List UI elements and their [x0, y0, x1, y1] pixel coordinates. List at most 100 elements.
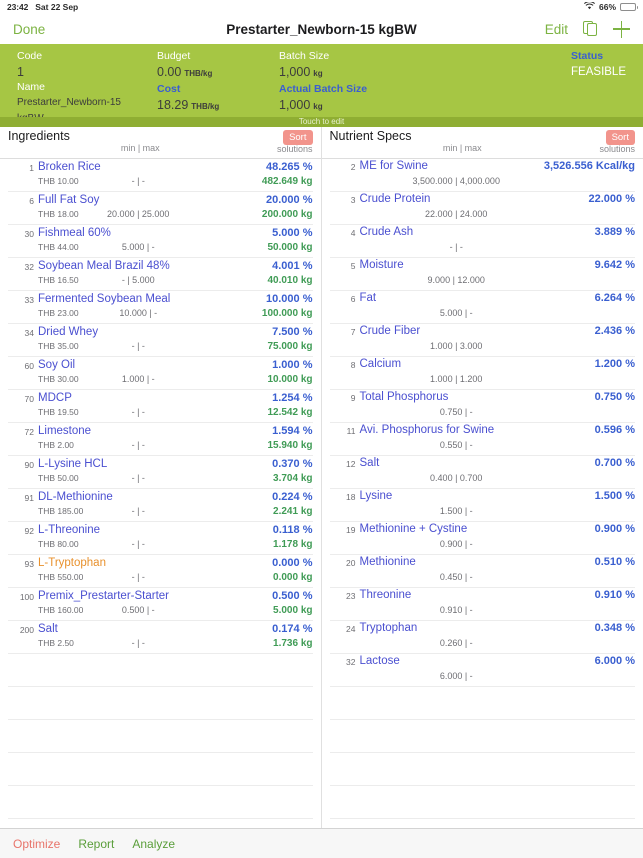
summary-code-name-column: Code 1 Name Prestarter_Newborn-15 kgBW — [0, 49, 140, 127]
table-row[interactable]: 34 Dried Whey THB 35.00- | -7.500 % 75.000 … — [8, 324, 313, 357]
table-row[interactable]: 12 Salt 0.700 % 0.400 | 0.700 — [329, 456, 635, 489]
nutrient-minmax: 1.500 | - — [439, 506, 473, 516]
status-badge: FEASIBLE — [571, 66, 626, 78]
nutrient-index: 32 — [346, 657, 356, 667]
table-row[interactable]: 9 Total Phosphorus 0.750 % 0.750 | - — [329, 390, 635, 423]
ingredient-minmax: - | - — [131, 506, 145, 516]
code-value: 1 — [17, 65, 24, 79]
nutrient-specs-panel: Nutrient Specs Sort min | max solutions … — [321, 127, 643, 828]
formula-summary-panel[interactable]: Code 1 Name Prestarter_Newborn-15 kgBW B… — [0, 44, 643, 127]
battery-charging-icon — [620, 3, 638, 11]
table-row[interactable]: 18 Lysine 1.500 % 1.500 | - — [329, 489, 635, 522]
ingredient-percent: 0.174 % — [272, 623, 313, 635]
ingredient-percent: 1.594 % — [272, 425, 313, 437]
nutrients-minmax-label: min | max — [442, 143, 482, 153]
ingredient-index: 60 — [24, 361, 34, 371]
batch-size-number: 1,000 — [279, 65, 311, 79]
ingredient-index: 92 — [24, 526, 34, 536]
analyze-button[interactable]: Analyze — [132, 837, 175, 851]
ingredient-minmax: - | - — [131, 638, 145, 648]
table-row[interactable]: 5 Moisture 9.642 % 9.000 | 12.000 — [329, 258, 635, 291]
nutrient-index: 2 — [350, 162, 356, 172]
optimize-button[interactable]: Optimize — [13, 837, 60, 851]
table-row[interactable]: 19 Methionine + Cystine 0.900 % 0.900 | - — [329, 522, 635, 555]
nutrient-index: 4 — [350, 228, 356, 238]
table-row[interactable]: 20 Methionine 0.510 % 0.450 | - — [329, 555, 635, 588]
table-row[interactable]: 3 Crude Protein 22.000 % 22.000 | 24.000 — [329, 192, 635, 225]
empty-row — [8, 720, 313, 753]
nutrient-index: 18 — [346, 492, 356, 502]
nutrient-minmax: 0.450 | - — [439, 572, 473, 582]
table-row[interactable]: 90 L-Lysine HCL THB 50.00- | -0.370 % 3.704… — [8, 456, 313, 489]
nutrient-value: 0.750 % — [594, 391, 635, 403]
nutrient-name: Methionine — [359, 556, 416, 568]
ingredient-percent: 10.000 % — [266, 293, 313, 305]
ingredient-weight: 482.649 kg — [261, 176, 313, 187]
table-row[interactable]: 33 Fermented Soybean Meal THB 23.00 10.000 … — [8, 291, 313, 324]
nutrient-index: 8 — [350, 360, 356, 370]
ingredient-weight: 1.736 kg — [273, 638, 313, 649]
batch-size-unit: kg — [313, 69, 323, 78]
content-panels: Ingredients Sort min | max solutions 1 Br… — [0, 127, 643, 828]
table-row[interactable]: 92 L-Threonine THB 80.00- | -0.118 % 1.178 … — [8, 522, 313, 555]
ingredient-name: L-Tryptophan — [38, 557, 106, 569]
table-row[interactable]: 11 Avi. Phosphorus for Swine 0.596 % 0.550 … — [329, 423, 635, 456]
budget-unit: THB/kg — [184, 69, 213, 78]
table-row[interactable]: 70 MDCP THB 19.50- | -1.254 % 12.542 kg — [8, 390, 313, 423]
ingredient-percent: 5.000 % — [272, 227, 313, 239]
nutrient-minmax: 0.750 | - — [439, 407, 473, 417]
table-row[interactable]: 4 Crude Ash 3.889 % - | - — [329, 225, 635, 258]
nutrient-name: Crude Ash — [359, 226, 414, 238]
ingredient-minmax: - | - — [131, 572, 145, 582]
ingredient-index: 32 — [24, 262, 34, 272]
table-row[interactable]: 23 Threonine 0.910 % 0.910 | - — [329, 588, 635, 621]
touch-to-edit-hint[interactable]: Touch to edit — [0, 117, 643, 127]
table-row[interactable]: 2 ME for Swine 3,526.556 Kcal/kg 3,500.000 … — [329, 159, 635, 192]
report-button[interactable]: Report — [78, 837, 114, 851]
ingredient-weight: 10.000 kg — [267, 374, 313, 385]
ingredient-percent: 0.224 % — [272, 491, 313, 503]
table-row[interactable]: 6 Fat 6.264 % 5.000 | - — [329, 291, 635, 324]
table-row[interactable]: 6 Full Fat Soy THB 18.00 20.000 | 25.000 20.… — [8, 192, 313, 225]
nutrient-name: Tryptophan — [359, 622, 418, 634]
ingredient-name: Salt — [38, 623, 58, 635]
nutrient-index: 24 — [346, 624, 356, 634]
nutrient-value: 0.510 % — [594, 556, 635, 568]
nutrient-name: Lysine — [359, 490, 393, 502]
ingredient-index: 91 — [24, 493, 34, 503]
ingredient-name: MDCP — [38, 392, 72, 404]
table-row[interactable]: 200 Salt THB 2.50- | -0.174 % 1.736 kg — [8, 621, 313, 654]
table-row[interactable]: 7 Crude Fiber 2.436 % 1.000 | 3.000 — [329, 324, 635, 357]
ingredient-index: 72 — [24, 427, 34, 437]
table-row[interactable]: 1 Broken Rice THB 10.00- | -48.265 % 482.64… — [8, 159, 313, 192]
table-row[interactable]: 72 Limestone THB 2.00- | -1.594 % 15.940 kg — [8, 423, 313, 456]
actual-batch-size-number: 1,000 — [279, 98, 311, 112]
done-button[interactable]: Done — [13, 22, 45, 37]
nutrient-value: 2.436 % — [594, 325, 635, 337]
ingredient-weight: 15.940 kg — [267, 440, 313, 451]
navigation-bar: Done Prestarter_Newborn-15 kgBW Edit — [0, 14, 643, 44]
table-row[interactable]: 30 Fishmeal 60% THB 44.00 5.000 | -5.000 % 5… — [8, 225, 313, 258]
wifi-icon — [584, 1, 595, 12]
table-row[interactable]: 24 Tryptophan 0.348 % 0.260 | - — [329, 621, 635, 654]
table-row[interactable]: 32 Lactose 6.000 % 6.000 | - — [329, 654, 635, 687]
edit-button[interactable]: Edit — [545, 22, 568, 37]
actual-batch-size-label[interactable]: Actual Batch Size — [279, 82, 492, 97]
battery-percent: 66% — [598, 2, 616, 12]
empty-row — [329, 720, 635, 753]
ingredients-panel: Ingredients Sort min | max solutions 1 Br… — [0, 127, 322, 828]
ingredient-minmax: - | - — [131, 473, 145, 483]
nutrient-name: Fat — [359, 292, 377, 304]
table-row[interactable]: 32 Soybean Meal Brazil 48% THB 16.50- | 5.… — [8, 258, 313, 291]
nutrient-index: 5 — [350, 261, 356, 271]
table-row[interactable]: 60 Soy Oil THB 30.00 1.000 | -1.000 % 10.000… — [8, 357, 313, 390]
table-row[interactable]: 93 L-Tryptophan THB 550.00- | -0.000 % 0.00… — [8, 555, 313, 588]
cost-label[interactable]: Cost — [157, 82, 262, 97]
ingredient-index: 100 — [19, 592, 34, 602]
plus-icon[interactable] — [613, 20, 630, 38]
duplicate-icon[interactable] — [583, 21, 598, 37]
table-row[interactable]: 91 DL-Methionine THB 185.00- | -0.224 % 2.2… — [8, 489, 313, 522]
table-row[interactable]: 100 Premix_Prestarter-Starter THB 160.00 0.… — [8, 588, 313, 621]
table-row[interactable]: 8 Calcium 1.200 % 1.000 | 1.200 — [329, 357, 635, 390]
nutrient-minmax: 1.000 | 1.200 — [430, 374, 483, 384]
